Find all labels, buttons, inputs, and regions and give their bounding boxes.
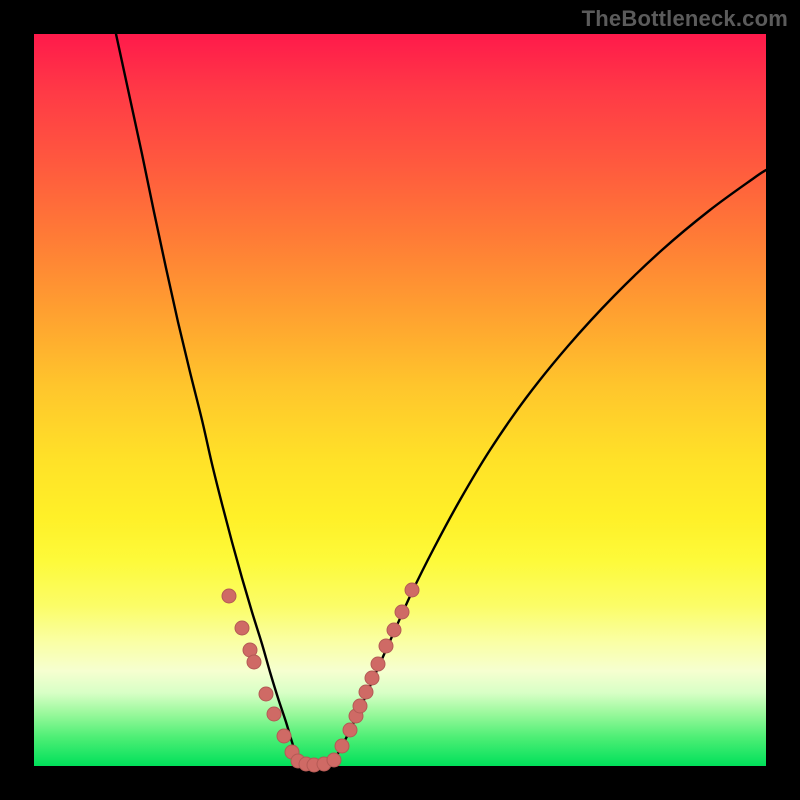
chart-svg [34,34,766,766]
scatter-dot [343,723,357,737]
scatter-dot [222,589,236,603]
v-curve-line [116,34,766,765]
scatter-dot [277,729,291,743]
scatter-dot [327,753,341,767]
scatter-dot [379,639,393,653]
scatter-dot [365,671,379,685]
scatter-dot [247,655,261,669]
scatter-dot [235,621,249,635]
scatter-dot [267,707,281,721]
scatter-dot [395,605,409,619]
scatter-dot [353,699,367,713]
scatter-dot [371,657,385,671]
watermark-text: TheBottleneck.com [582,6,788,32]
plot-frame [34,34,766,766]
scatter-dot [359,685,373,699]
scatter-dot [387,623,401,637]
scatter-dot [335,739,349,753]
scatter-dot [259,687,273,701]
scatter-dot [405,583,419,597]
